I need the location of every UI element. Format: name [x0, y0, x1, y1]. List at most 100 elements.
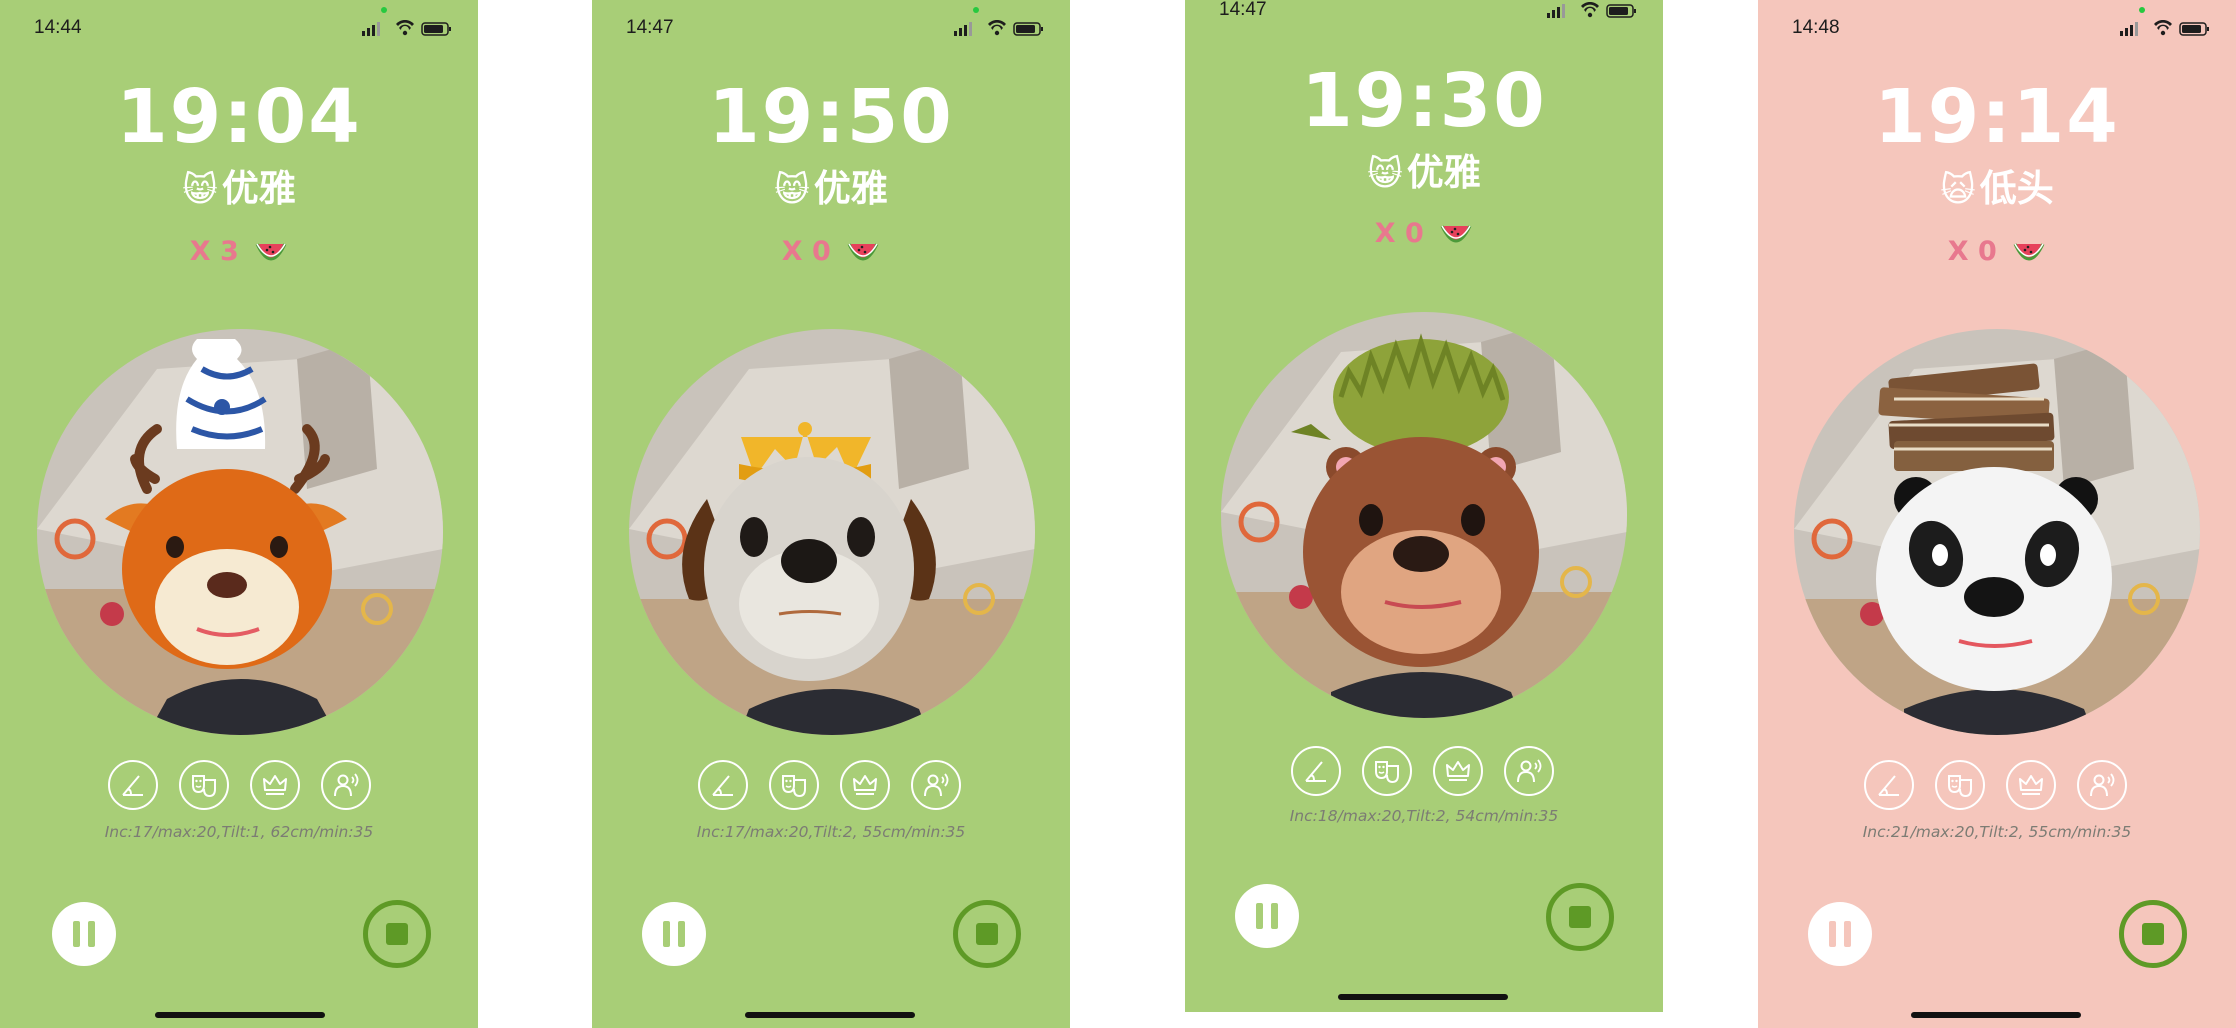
- crown-icon: [263, 775, 287, 795]
- reward-count: X 0: [1374, 218, 1424, 249]
- crown-icon: [2019, 775, 2043, 795]
- crown-button[interactable]: [250, 760, 300, 810]
- pause-button[interactable]: [642, 902, 706, 966]
- reward-count: X 3: [189, 236, 239, 267]
- stop-button[interactable]: [363, 900, 431, 968]
- battery-icon: [421, 22, 451, 36]
- posture-status: 😸 优雅: [1185, 142, 1663, 196]
- pause-icon-bar-right: [678, 921, 685, 947]
- posture-metrics: Inc:18/max:20,Tilt:2, 54cm/min:35: [1289, 807, 1559, 825]
- feature-icon-row: [592, 760, 1070, 816]
- stop-button[interactable]: [953, 900, 1021, 968]
- theater-masks-button[interactable]: [1935, 760, 1985, 810]
- status-icons: [1547, 2, 1636, 18]
- voice-icon: [2090, 773, 2115, 797]
- status-time: 14:44: [34, 17, 82, 38]
- status-bar: 14:48: [1758, 7, 2236, 42]
- animoji-deer-with-vase: [37, 329, 443, 735]
- stop-button[interactable]: [2119, 900, 2187, 968]
- status-bar: 14:47: [1185, 0, 1663, 24]
- posture-metrics: Inc:17/max:20,Tilt:1, 62cm/min:35: [104, 823, 374, 841]
- posture-label: 优雅: [221, 167, 296, 210]
- stop-icon: [976, 923, 998, 945]
- session-timer: 19:04: [116, 74, 362, 160]
- reward-counter: X 0: [592, 236, 1070, 268]
- session-timer: 19:50: [708, 74, 954, 160]
- watermelon-icon: [847, 242, 879, 260]
- phone-screen-1: 14:44 19:04 😸 优雅 X 3 Inc:17/max:20,Tilt:…: [0, 0, 478, 1028]
- pause-button[interactable]: [1808, 902, 1872, 966]
- animoji-dog-with-crown: [629, 329, 1035, 735]
- cat-face-icon: 😸: [1367, 154, 1403, 194]
- angle-button[interactable]: [1291, 746, 1341, 796]
- cellular-icon: [954, 22, 972, 36]
- pause-button[interactable]: [1235, 884, 1299, 948]
- voice-button[interactable]: [1504, 746, 1554, 796]
- posture-label: 优雅: [813, 167, 888, 210]
- pause-icon-bar-left: [1829, 921, 1836, 947]
- reward-counter: X 0: [1185, 218, 1663, 250]
- status-time: 14:47: [1219, 0, 1267, 20]
- phone-screen-2: 14:47 19:50 😸 优雅 X 0 Inc:17/max:20,Tilt:…: [592, 0, 1070, 1028]
- masks-icon: [1375, 761, 1399, 784]
- status-icons: [2120, 20, 2209, 36]
- angle-icon: [122, 775, 143, 796]
- voice-button[interactable]: [321, 760, 371, 810]
- status-time: 14:47: [626, 17, 674, 38]
- angle-button[interactable]: [108, 760, 158, 810]
- feature-icon-row: [1758, 760, 2236, 816]
- camera-preview: [629, 329, 1035, 735]
- battery-icon: [1606, 4, 1636, 18]
- camera-preview: [1221, 312, 1627, 718]
- theater-masks-button[interactable]: [179, 760, 229, 810]
- pause-icon-bar-left: [663, 921, 670, 947]
- masks-icon: [192, 775, 216, 798]
- status-icons: [362, 20, 451, 36]
- theater-masks-button[interactable]: [769, 760, 819, 810]
- masks-icon: [1948, 775, 1972, 798]
- crown-button[interactable]: [2006, 760, 2056, 810]
- theater-masks-button[interactable]: [1362, 746, 1412, 796]
- voice-icon: [924, 773, 949, 797]
- camera-preview: [37, 329, 443, 735]
- posture-status: 😸 优雅: [592, 158, 1070, 212]
- stop-icon: [2142, 923, 2164, 945]
- angle-button[interactable]: [1864, 760, 1914, 810]
- cat-face-icon: 😸: [182, 170, 218, 210]
- feature-icon-row: [1185, 746, 1663, 802]
- posture-label: 低头: [1979, 167, 2054, 210]
- phone-screen-3: 14:47 19:30 😸 优雅 X 0 Inc:18/max:20,Tilt:…: [1185, 0, 1663, 1012]
- home-indicator[interactable]: [1911, 1012, 2081, 1018]
- reward-count: X 0: [1947, 236, 1997, 267]
- pause-icon-bar-left: [1256, 903, 1263, 929]
- pause-button[interactable]: [52, 902, 116, 966]
- reward-counter: X 0: [1758, 236, 2236, 268]
- home-indicator[interactable]: [155, 1012, 325, 1018]
- watermelon-icon: [255, 242, 287, 260]
- wifi-icon: [1581, 2, 1599, 18]
- cellular-icon: [2120, 22, 2138, 36]
- voice-button[interactable]: [911, 760, 961, 810]
- cat-face-icon: 😸: [774, 170, 810, 210]
- crown-button[interactable]: [1433, 746, 1483, 796]
- wifi-icon: [396, 20, 414, 36]
- status-bar: 14:47: [592, 7, 1070, 42]
- posture-label: 优雅: [1406, 151, 1481, 194]
- status-time: 14:48: [1792, 17, 1840, 38]
- home-indicator[interactable]: [745, 1012, 915, 1018]
- voice-button[interactable]: [2077, 760, 2127, 810]
- watermelon-icon: [1440, 224, 1472, 242]
- angle-icon: [1878, 775, 1899, 796]
- weary-cat-icon: 🙀: [1940, 170, 1976, 210]
- angle-button[interactable]: [698, 760, 748, 810]
- stop-button[interactable]: [1546, 883, 1614, 951]
- privacy-indicator-dot: [973, 7, 979, 13]
- reward-counter: X 3: [0, 236, 478, 268]
- crown-button[interactable]: [840, 760, 890, 810]
- pause-icon-bar-right: [88, 921, 95, 947]
- wifi-icon: [988, 20, 1006, 36]
- home-indicator[interactable]: [1338, 994, 1508, 1000]
- camera-preview: [1794, 329, 2200, 735]
- animoji-panda-with-books: [1794, 329, 2200, 735]
- feature-icon-row: [0, 760, 478, 816]
